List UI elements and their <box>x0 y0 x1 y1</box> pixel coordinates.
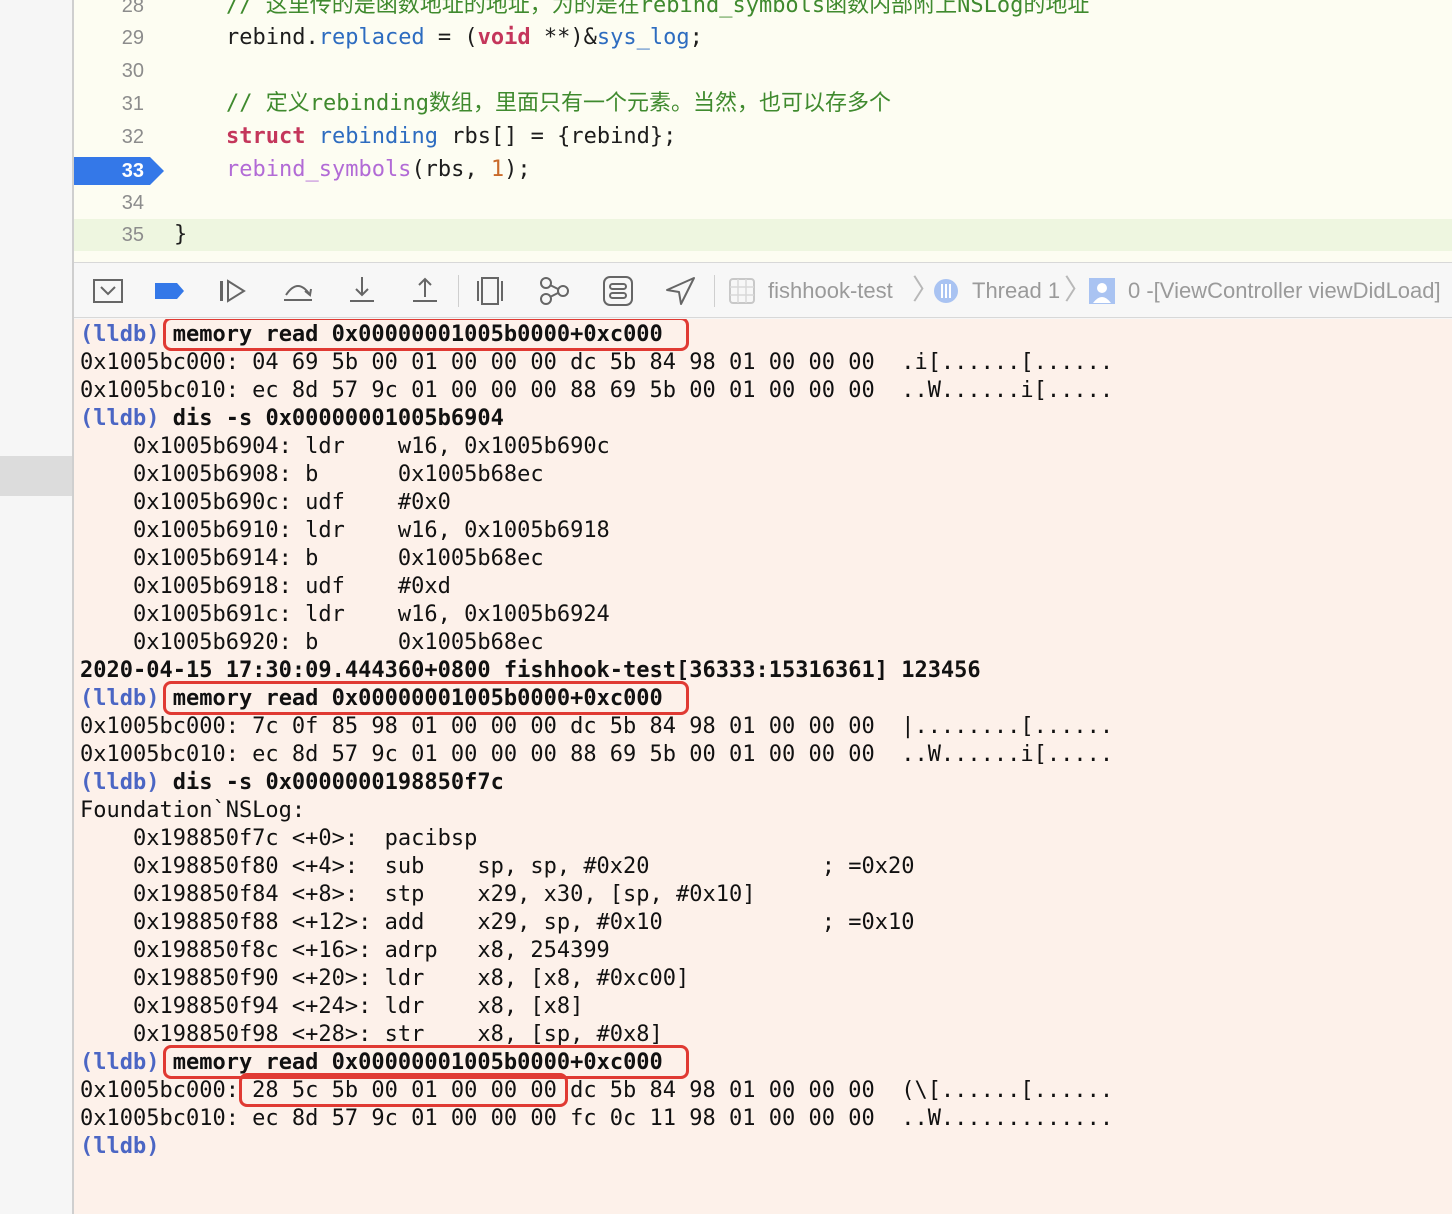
console-output-line: 0x1005bc000: 7c 0f 85 98 01 00 00 00 dc … <box>80 714 1114 739</box>
step-over-icon[interactable] <box>280 273 316 309</box>
code-text: // 这里传的是函数地址的地址，为的是在rebind_symbols函数内部附上… <box>226 0 1090 18</box>
thread-icon <box>932 277 960 305</box>
app-target-icon <box>728 277 756 305</box>
console-output-line: 0x1005b6904: ldr w16, 0x1005b690c <box>80 434 610 459</box>
code-line[interactable]: 31 // 定义rebinding数组，里面只有一个元素。当然，也可以存多个 <box>74 88 1452 120</box>
code-text: rebind.replaced = (void **)&sys_log; <box>226 25 703 50</box>
continue-icon[interactable] <box>214 273 250 309</box>
console-output-line: 0x1005bc010: ec 8d 57 9c 01 00 00 00 fc … <box>80 1106 1114 1131</box>
console-output-line: 0x198850f90 <+20>: ldr x8, [x8, #0xc00] <box>80 966 690 991</box>
code-line[interactable]: 30 <box>74 55 1452 87</box>
console-output-line: 0x1005b6910: ldr w16, 0x1005b6918 <box>80 518 610 543</box>
console-output-line: 0x198850f94 <+24>: ldr x8, [x8] <box>80 994 584 1019</box>
console-output-line: 0x1005b6918: udf #0xd <box>80 574 451 599</box>
step-into-icon[interactable] <box>344 273 380 309</box>
console-output-line: 0x198850f88 <+12>: add x29, sp, #0x10 ; … <box>80 910 915 935</box>
console-output-line: 0x198850f80 <+4>: sub sp, sp, #0x20 ; =0… <box>80 854 915 879</box>
console-output-line: 0x198850f84 <+8>: stp x29, x30, [sp, #0x… <box>80 882 756 907</box>
console-command-line: (lldb) dis -s 0x00000001005b6904 <box>80 405 504 433</box>
code-line[interactable]: 32 struct rebinding rbs[] = {rebind}; <box>74 121 1452 153</box>
console-prompt-line: (lldb) <box>80 1133 159 1161</box>
console-output-line: 0x1005bc000: 04 69 5b 00 01 00 00 00 dc … <box>80 350 1114 375</box>
highlight-box <box>163 681 689 715</box>
breakpoint-marker[interactable]: 33 <box>74 157 164 185</box>
breakpoints-toggle-icon[interactable] <box>152 273 188 309</box>
line-number[interactable]: 30 <box>74 55 146 87</box>
source-editor[interactable]: 28 // 这里传的是函数地址的地址，为的是在rebind_symbols函数内部… <box>74 0 1452 262</box>
line-number: 33 <box>121 160 144 182</box>
separator <box>458 275 459 307</box>
console-output-line: Foundation`NSLog: <box>80 798 306 823</box>
separator <box>714 275 715 307</box>
command-text: dis -s 0x0000000198850f7c <box>159 770 504 795</box>
console-output-line: 0x198850f8c <+16>: adrp x8, 254399 <box>80 938 610 963</box>
lldb-console[interactable]: (lldb) memory read 0x00000001005b0000+0x… <box>74 319 1452 1214</box>
stack-frame-icon <box>1088 277 1116 305</box>
highlight-box <box>163 319 689 351</box>
console-output-line: 0x1005bc000: 28 5c 5b 00 01 00 00 00 dc … <box>80 1078 1114 1103</box>
view-hierarchy-icon[interactable] <box>472 273 508 309</box>
navigator-selection[interactable] <box>0 456 72 496</box>
code-text: struct rebinding rbs[] = {rebind}; <box>226 124 677 149</box>
code-text: // 定义rebinding数组，里面只有一个元素。当然，也可以存多个 <box>226 91 891 116</box>
console-command-line: (lldb) dis -s 0x0000000198850f7c <box>80 769 504 797</box>
lldb-prompt: (lldb) <box>80 406 160 431</box>
lldb-prompt: (lldb) <box>80 322 160 347</box>
console-output-line: 0x1005b691c: ldr w16, 0x1005b6924 <box>80 602 610 627</box>
environment-overrides-icon[interactable] <box>600 273 636 309</box>
breadcrumb-thread[interactable]: Thread 1 <box>972 263 1060 319</box>
hide-debug-area-icon[interactable] <box>90 273 126 309</box>
breadcrumb-target[interactable]: fishhook-test <box>768 263 893 319</box>
console-output-line: 0x1005b6920: b 0x1005b68ec <box>80 630 544 655</box>
console-output-line: 0x1005b6914: b 0x1005b68ec <box>80 546 544 571</box>
code-line[interactable]: 34 <box>74 187 1452 219</box>
line-number[interactable]: 29 <box>74 22 146 54</box>
console-output-line: 0x1005b6908: b 0x1005b68ec <box>80 462 544 487</box>
code-line[interactable]: 35} <box>74 219 1452 251</box>
navigator-pane <box>0 0 72 1214</box>
line-number[interactable]: 34 <box>74 187 146 219</box>
line-number[interactable]: 32 <box>74 121 146 153</box>
console-output-line: 0x1005b690c: udf #0x0 <box>80 490 451 515</box>
highlight-box <box>238 1073 568 1107</box>
debug-bar: fishhook-test 〉 Thread 1 〉 0 -[ViewContr… <box>74 262 1452 318</box>
command-text: dis -s 0x00000001005b6904 <box>159 406 504 431</box>
code-line[interactable]: 33 rebind_symbols(rbs, 1); <box>74 154 1452 186</box>
step-out-icon[interactable] <box>407 273 443 309</box>
lldb-prompt: (lldb) <box>80 770 160 795</box>
console-output-line: 0x198850f7c <+0>: pacibsp <box>80 826 478 851</box>
line-number[interactable]: 28 <box>74 0 146 22</box>
line-number[interactable]: 35 <box>74 219 146 251</box>
console-output-line: 0x1005bc010: ec 8d 57 9c 01 00 00 00 88 … <box>80 742 1114 767</box>
console-output-line: 0x1005bc010: ec 8d 57 9c 01 00 00 00 88 … <box>80 378 1114 403</box>
code-line[interactable]: 29 rebind.replaced = (void **)&sys_log; <box>74 22 1452 54</box>
lldb-prompt: (lldb) <box>80 686 160 711</box>
code-text: rebind_symbols(rbs, 1); <box>226 157 531 182</box>
simulate-location-icon[interactable] <box>662 273 698 309</box>
breadcrumb-frame[interactable]: 0 -[ViewController viewDidLoad] <box>1128 263 1441 319</box>
code-line[interactable]: 28 // 这里传的是函数地址的地址，为的是在rebind_symbols函数内部… <box>74 0 1452 22</box>
lldb-prompt: (lldb) <box>80 1050 160 1075</box>
line-number[interactable]: 31 <box>74 88 146 120</box>
lldb-prompt: (lldb) <box>80 1134 160 1159</box>
memory-graph-icon[interactable] <box>536 273 572 309</box>
code-text: } <box>174 222 188 247</box>
